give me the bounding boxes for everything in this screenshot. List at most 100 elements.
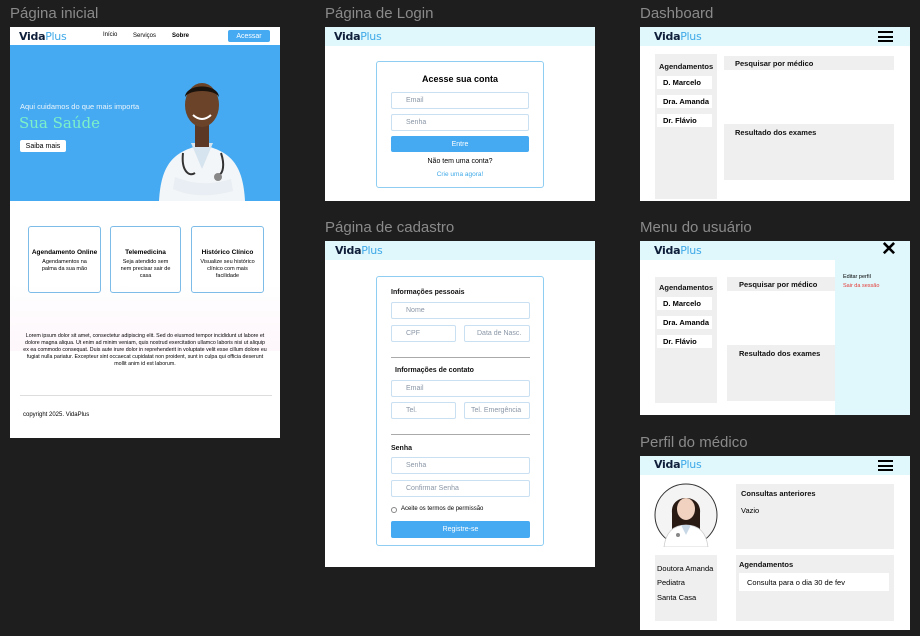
login-heading: Acesse sua conta [421,74,499,84]
emergency-phone-input[interactable]: Tel. Emergência [464,402,530,419]
signup-navbar: VidaPlus [325,241,595,260]
logo[interactable]: VidaPlus [335,244,383,257]
nav-servicos[interactable]: Serviços [133,33,156,39]
card-telemedicine[interactable]: Telemedicina Seja atendido sem nem preci… [110,226,181,293]
create-account-link[interactable]: Crie uma agora! [377,171,543,178]
user-side-menu: Editar perfil Sair da sessão [835,260,910,415]
terms-checkbox[interactable] [391,507,397,513]
logo[interactable]: VidaPlus [334,30,382,43]
doctor-navbar: VidaPlus [640,456,910,475]
doctor-name: Doutora Amanda [657,564,714,573]
user-menu-frame: VidaPlus Agendamentos D. Marcelo Dra. Am… [640,241,910,415]
card-text: Seja atendido sem nem precisar sair de c… [120,259,171,279]
doctor-avatar [654,483,718,547]
frame-title-signup: Página de cadastro [325,219,455,236]
doctor-item[interactable]: Dra. Amanda [657,95,712,108]
appointments-title: Agendamentos [659,62,714,71]
email-input[interactable]: Email [391,380,530,397]
search-label: Pesquisar por médico [735,59,814,68]
past-appointments-empty: Vazio [741,506,760,515]
name-input[interactable]: Nome [391,302,530,319]
nav-inicio[interactable]: Início [103,32,117,38]
doctor-profile-frame: VidaPlus Doutora Amanda Pediatra Santa C… [640,456,910,630]
menu-icon[interactable] [878,460,893,471]
footer-copyright: copyright 2025. VidaPlus [23,412,90,418]
card-title: Telemedicina [125,249,166,256]
hero-section: Aqui cuidamos do que mais importa Sua Sa… [10,45,280,201]
signup-card: Informações pessoais Nome CPF Data de Na… [376,276,544,546]
doctor-info-panel: Doutora Amanda Pediatra Santa Casa [655,555,717,621]
search-doctor-input[interactable]: Pesquisar por médico [727,277,837,291]
logo[interactable]: VidaPlus [654,30,702,43]
close-icon[interactable]: ✕ [881,241,897,260]
nav-sobre[interactable]: Sobre [172,33,189,39]
confirm-password-input[interactable]: Confirmar Senha [391,480,530,497]
section-password: Senha [391,445,413,452]
doctor-item[interactable]: Dra. Amanda [657,316,712,329]
card-title: Agendamento Online [31,249,98,256]
home-navbar: VidaPlus Início Serviços Sobre Acessar [10,27,280,45]
frame-title-dashboard: Dashboard [640,5,714,22]
card-title: Histórico Clínico [201,249,254,256]
birthdate-input[interactable]: Data de Nasc. [464,325,530,342]
login-card: Acesse sua conta Email Senha Entre Não t… [376,61,544,188]
doctor-specialty: Pediatra [657,578,685,587]
login-button[interactable]: Entre [391,136,529,152]
password-input[interactable]: Senha [391,114,529,131]
appointments-title: Agendamentos [659,283,714,292]
email-input[interactable]: Email [391,92,529,109]
user-menu-navbar: VidaPlus [640,241,910,260]
past-appointments-title: Consultas anteriores [741,489,816,498]
no-account-text: Não tem uma conta? [427,158,493,165]
logo[interactable]: VidaPlus [19,30,67,43]
appointments-title: Agendamentos [739,560,794,569]
card-clinical-history[interactable]: Histórico Clínico Visualize seu históric… [191,226,264,293]
frame-title-login: Página de Login [325,5,434,22]
card-text: Agendamentos na palma da sua mão [41,259,88,272]
learn-more-button[interactable]: Saiba mais [20,140,66,152]
password-input[interactable]: Senha [391,457,530,474]
card-online-scheduling[interactable]: Agendamento Online Agendamentos na palma… [28,226,101,293]
hero-subtitle: Aqui cuidamos do que mais importa [20,102,140,111]
signup-frame: VidaPlus Informações pessoais Nome CPF D… [325,241,595,567]
doctor-item[interactable]: Dr. Flávio [657,335,712,348]
section-personal: Informações pessoais [391,289,465,296]
phone-input[interactable]: Tel. [391,402,456,419]
services-section: Agendamento Online Agendamentos na palma… [10,201,280,351]
footer-divider [20,395,272,396]
hero-title: Sua Saúde [19,114,101,132]
exam-results-panel: Resultado dos exames [727,345,837,401]
exam-results-title: Resultado dos exames [735,128,817,137]
logo[interactable]: VidaPlus [654,244,702,257]
frame-title-home: Página inicial [10,5,99,22]
card-text: Visualize seu histórico clínico com mais… [200,259,255,279]
appointments-panel: Agendamentos Consulta para o dia 30 de f… [736,555,894,621]
appointments-panel: Agendamentos D. Marcelo Dra. Amanda Dr. … [655,54,717,199]
appointments-panel: Agendamentos D. Marcelo Dra. Amanda Dr. … [655,277,717,403]
doctor-item[interactable]: D. Marcelo [657,76,712,89]
terms-label: Aceite os termos de permissão [401,506,484,512]
cpf-input[interactable]: CPF [391,325,456,342]
search-label: Pesquisar por médico [739,280,818,289]
past-appointments-panel: Consultas anteriores Vazio [736,484,894,549]
logout-link[interactable]: Sair da sessão [843,283,879,289]
frame-title-doctor: Perfil do médico [640,434,748,451]
edit-profile-link[interactable]: Editar perfil [843,274,871,280]
menu-icon[interactable] [878,31,893,42]
login-navbar: VidaPlus [325,27,595,46]
doctor-item[interactable]: D. Marcelo [657,297,712,310]
logo[interactable]: VidaPlus [654,458,702,471]
register-button[interactable]: Registre-se [391,521,530,538]
access-button[interactable]: Acessar [228,30,270,42]
about-text: Lorem ipsum dolor sit amet, consectetur … [23,333,267,367]
home-frame: VidaPlus Início Serviços Sobre Acessar A… [10,27,280,438]
divider [391,357,530,358]
dashboard-frame: VidaPlus Agendamentos D. Marcelo Dra. Am… [640,27,910,201]
dashboard-navbar: VidaPlus [640,27,910,46]
search-doctor-input[interactable]: Pesquisar por médico [724,56,894,70]
section-contact: Informações de contato [395,367,474,374]
divider [391,434,530,435]
doctor-item[interactable]: Dr. Flávio [657,114,712,127]
login-frame: VidaPlus Acesse sua conta Email Senha En… [325,27,595,201]
appointment-item[interactable]: Consulta para o dia 30 de fev [739,573,889,591]
